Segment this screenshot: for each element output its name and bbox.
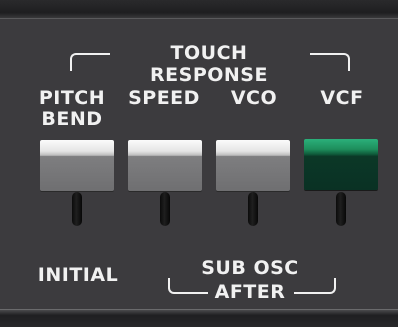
title-bracket-left [70, 53, 110, 71]
sub-osc-label: SUB OSC [201, 257, 299, 279]
after-label: AFTER [214, 281, 286, 303]
top-rail [0, 0, 398, 19]
pitch-bend-label-line2: BEND [41, 108, 103, 130]
pitch-bend-label-line1: PITCH [38, 87, 106, 109]
vcf-label: VCF [320, 87, 364, 109]
vco-lever[interactable] [248, 192, 258, 226]
touch-response-panel: TOUCH RESPONSE PITCH BEND SPEED VCO VCF … [0, 0, 398, 327]
after-bracket-right [294, 278, 336, 294]
vcf-lever[interactable] [336, 192, 346, 226]
initial-label: INITIAL [37, 264, 119, 286]
vco-label: VCO [230, 87, 278, 109]
after-bracket-left [168, 278, 208, 294]
touch-response-title: TOUCH RESPONSE [150, 42, 268, 86]
vco-key[interactable] [216, 140, 290, 191]
speed-key[interactable] [128, 140, 202, 191]
speed-label: SPEED [128, 87, 200, 109]
pitch-bend-lever[interactable] [72, 192, 82, 226]
bottom-rail [0, 309, 398, 327]
pitch-bend-key[interactable] [40, 140, 114, 191]
speed-lever[interactable] [160, 192, 170, 226]
title-bracket-right [310, 53, 350, 71]
vcf-key[interactable] [304, 139, 378, 190]
